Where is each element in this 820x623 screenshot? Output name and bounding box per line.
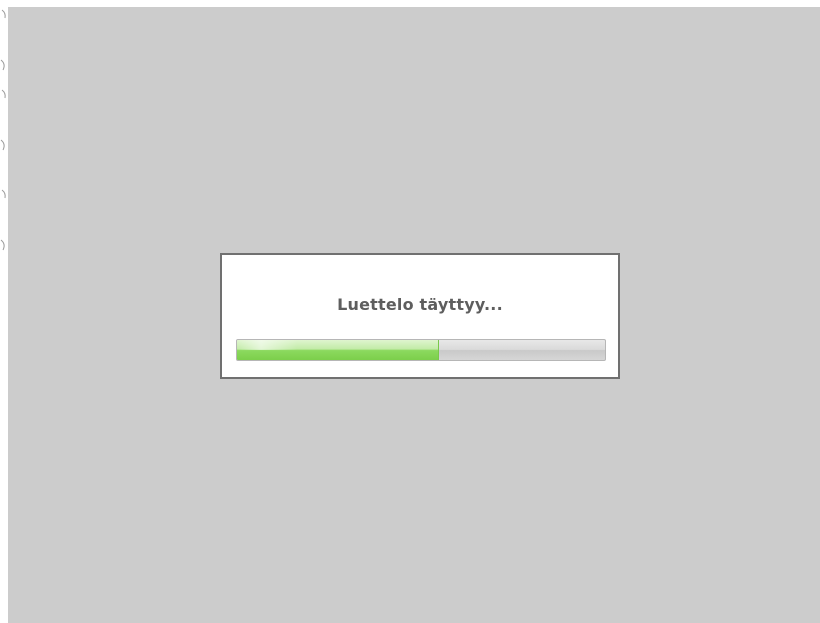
watermark-edge [0, 0, 8, 623]
page-root: Luettelo täyttyy... [0, 0, 820, 623]
progress-bar-fill [237, 340, 440, 360]
loading-dialog: Luettelo täyttyy... [220, 253, 620, 379]
watermark-glyphs [0, 9, 6, 251]
progress-bar [236, 339, 606, 361]
progress-bar-shine [237, 340, 439, 350]
loading-message: Luettelo täyttyy... [337, 295, 503, 314]
